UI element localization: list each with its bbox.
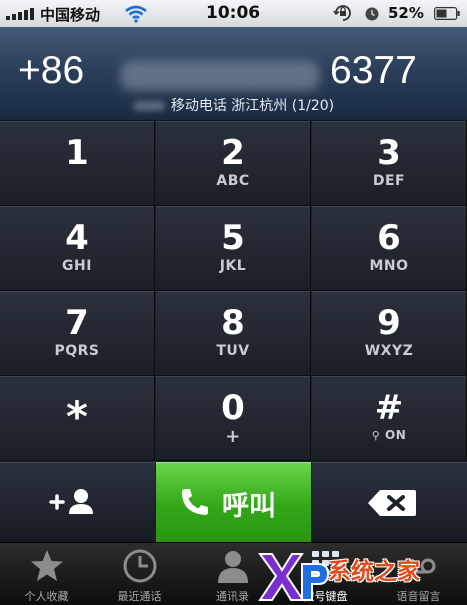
key-digit: 0 [221, 388, 245, 428]
tab-favorites[interactable]: 个人收藏 [0, 543, 93, 605]
phone-icon [182, 489, 208, 515]
dialed-number-display: +86 6377 移动电话 浙江杭州 (1/20) [0, 27, 467, 121]
caller-location-text: 移动电话 浙江杭州 (1/20) [170, 98, 335, 114]
battery-icon [434, 7, 460, 20]
xp-logo [258, 553, 330, 601]
alarm-icon [365, 7, 379, 21]
contacts-icon [218, 551, 248, 583]
rotation-lock-icon [333, 5, 351, 21]
key-5[interactable]: 5 JKL [156, 206, 311, 291]
key-1[interactable]: 1 [0, 121, 155, 206]
dialed-number-suffix: 6377 [330, 49, 417, 92]
key-digit: * [66, 392, 88, 441]
key-digit: 8 [221, 303, 245, 343]
key-3[interactable]: 3 DEF [312, 121, 467, 206]
backspace-icon [368, 490, 416, 516]
redacted-caller-name [132, 101, 165, 111]
tab-recents[interactable]: 最近通话 [93, 543, 186, 605]
key-digit: 6 [377, 218, 401, 258]
small-search-icon: ⚲ [371, 429, 381, 442]
status-bar: 中国移动 10:06 52% [0, 0, 467, 27]
key-7[interactable]: 7 PQRS [0, 291, 155, 376]
redacted-number-area [120, 61, 320, 91]
key-digit: 2 [221, 133, 245, 173]
keypad: 1 2 ABC 3 DEF 4 GHI 5 JKL 6 MNO 7 PQRS 8… [0, 121, 467, 461]
key-4[interactable]: 4 GHI [0, 206, 155, 291]
key-letters: MNO [369, 258, 409, 274]
delete-button[interactable] [312, 462, 467, 542]
key-letters: + [225, 426, 241, 447]
clock-icon [123, 549, 157, 583]
key-6[interactable]: 6 MNO [312, 206, 467, 291]
tab-label: 个人收藏 [24, 590, 69, 603]
key-8[interactable]: 8 TUV [156, 291, 311, 376]
key-digit: 5 [221, 218, 245, 258]
key-digit: 9 [377, 303, 401, 343]
star-icon [31, 550, 63, 581]
key-digit: 7 [65, 303, 89, 343]
call-button[interactable]: 呼叫 [156, 462, 311, 542]
carrier-name: 中国移动 [40, 6, 101, 24]
battery-percent: 52% [388, 4, 424, 22]
call-label: 呼叫 [222, 491, 276, 522]
action-row: 呼叫 [0, 462, 467, 542]
key-letters: ABC [216, 173, 250, 189]
tab-label: 最近通话 [117, 590, 162, 603]
status-time: 10:06 [206, 3, 261, 23]
key-letters: ⚲ ON [312, 428, 466, 442]
key-letters: TUV [216, 343, 250, 359]
key-letters-text: ON [385, 428, 407, 442]
key-letters: GHI [62, 258, 92, 274]
signal-strength-icon [6, 8, 36, 20]
caller-location: 移动电话 浙江杭州 (1/20) [0, 95, 467, 115]
key-0[interactable]: 0 + [156, 376, 311, 461]
watermark-text: 系统之家 [328, 559, 420, 585]
key-star[interactable]: * [0, 376, 155, 461]
key-digit: # [374, 388, 404, 428]
key-letters: PQRS [54, 343, 100, 359]
key-digit: 3 [377, 133, 401, 173]
add-contact-icon [49, 489, 93, 514]
key-letters: WXYZ [364, 343, 414, 359]
key-digit: 1 [65, 133, 89, 173]
key-hash[interactable]: # ⚲ ON [312, 376, 467, 461]
key-letters: DEF [372, 173, 406, 189]
key-letters: JKL [219, 258, 247, 274]
wifi-icon [125, 5, 147, 23]
dialed-number-prefix: +86 [18, 49, 85, 92]
key-digit: 4 [65, 218, 89, 258]
key-2[interactable]: 2 ABC [156, 121, 311, 206]
site-watermark: 系统之家 [258, 544, 467, 604]
add-contact-button[interactable] [0, 462, 155, 542]
key-9[interactable]: 9 WXYZ [312, 291, 467, 376]
